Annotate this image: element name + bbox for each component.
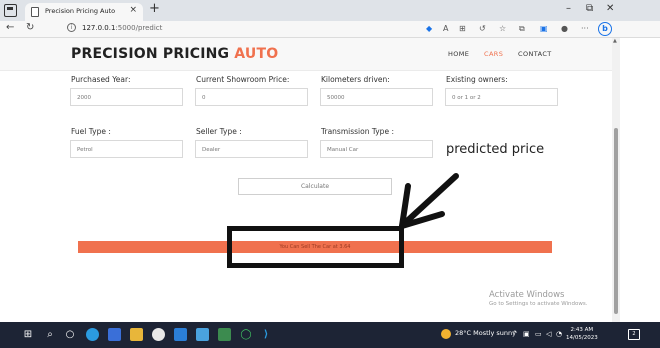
browser-tab-bar: Precision Pricing Auto × + – ⧉ ✕	[0, 0, 660, 21]
annotation-label: predicted price	[446, 142, 545, 157]
showroom-price-input[interactable]: 0	[195, 88, 308, 106]
extension-icon[interactable]: ▣	[540, 24, 548, 33]
kilometers-input[interactable]: 50000	[320, 88, 433, 106]
purchased-year-input[interactable]: 2000	[70, 88, 183, 106]
address-bar: ← ↻ i 127.0.0.1:5000/predict ◆ A ⊞ ↺ ☆ ⧉…	[0, 21, 660, 38]
nav-cars[interactable]: CARS	[484, 50, 503, 58]
site-info-icon[interactable]: i	[67, 23, 76, 32]
favorites-icon[interactable]: ☆	[499, 24, 506, 33]
seller-type-select[interactable]: Dealer	[195, 140, 308, 158]
showroom-price-label: Current Showroom Price:	[196, 75, 290, 84]
weather-icon[interactable]	[441, 329, 451, 339]
calculate-button[interactable]: Calculate	[238, 178, 392, 195]
minimize-icon[interactable]: –	[566, 3, 571, 14]
circle-app-icon[interactable]: ◯	[239, 328, 253, 342]
nav-contact[interactable]: CONTACT	[518, 50, 552, 58]
file-explorer-icon[interactable]	[130, 328, 143, 341]
close-window-icon[interactable]: ✕	[606, 3, 614, 14]
volume-icon[interactable]: ◁	[546, 330, 551, 338]
app-icon[interactable]	[108, 328, 121, 341]
page-scrollbar[interactable]: ▲	[612, 38, 620, 326]
new-tab-icon[interactable]: +	[149, 1, 160, 16]
browser-tab[interactable]: Precision Pricing Auto ×	[25, 3, 143, 21]
store-icon[interactable]	[196, 328, 209, 341]
page-icon	[31, 7, 39, 17]
read-aloud-icon[interactable]: A	[443, 24, 448, 33]
mail-icon[interactable]	[174, 328, 187, 341]
site-logo[interactable]: PRECISION PRICING AUTO	[71, 46, 278, 62]
tab-close-icon[interactable]: ×	[129, 5, 137, 15]
nav-home[interactable]: HOME	[448, 50, 469, 58]
scrollbar-thumb[interactable]	[614, 128, 618, 314]
notification-icon[interactable]: 2	[628, 329, 640, 340]
purchased-year-label: Purchased Year:	[71, 75, 131, 84]
more-icon[interactable]: ···	[581, 24, 589, 33]
start-icon[interactable]: ⊞	[21, 328, 35, 342]
activate-windows-watermark: Activate Windows Go to Settings to activ…	[489, 290, 588, 307]
refresh-icon[interactable]: ↻	[26, 22, 34, 33]
edge-icon[interactable]	[86, 328, 99, 341]
refresh-page-icon[interactable]: ↺	[479, 24, 486, 33]
url-text: 127.0.0.1:5000/predict	[82, 24, 163, 32]
windows-taskbar: ⊞ ⌕ ○ ◯ ⟩ 28°C Mostly sunny ^ ▣ ▭ ◁ ◔ 2:…	[0, 322, 660, 348]
profile-icon[interactable]: ●	[561, 24, 568, 33]
network-icon[interactable]: ◔	[556, 330, 562, 338]
spreadsheet-icon[interactable]	[218, 328, 231, 341]
tab-actions-icon[interactable]	[4, 4, 17, 17]
back-icon[interactable]: ←	[6, 22, 14, 33]
vscode-icon[interactable]: ⟩	[259, 328, 273, 342]
url-field[interactable]: i 127.0.0.1:5000/predict	[62, 22, 422, 36]
scroll-up-icon[interactable]: ▲	[613, 38, 617, 44]
fuel-type-label: Fuel Type :	[71, 127, 111, 136]
bing-icon[interactable]: b	[598, 22, 612, 36]
system-clock[interactable]: 2:43 AM 14/05/2023	[566, 326, 598, 342]
tray-app-icon[interactable]: ▣	[523, 330, 530, 338]
tab-title: Precision Pricing Auto	[45, 7, 116, 15]
battery-icon[interactable]: ▭	[535, 330, 542, 338]
collections-icon[interactable]: ⧉	[519, 24, 525, 34]
tag-icon[interactable]: ◆	[426, 24, 432, 33]
tray-chevron-icon[interactable]: ^	[512, 330, 518, 338]
cortana-icon[interactable]: ○	[63, 328, 77, 342]
kilometers-label: Kilometers driven:	[321, 75, 390, 84]
owners-input[interactable]: 0 or 1 or 2	[445, 88, 558, 106]
weather-text[interactable]: 28°C Mostly sunny	[455, 329, 516, 337]
annotation-highlight-box	[227, 226, 404, 268]
transmission-label: Transmission Type :	[321, 127, 394, 136]
restore-icon[interactable]: ⧉	[586, 3, 593, 14]
fuel-type-select[interactable]: Petrol	[70, 140, 183, 158]
owners-label: Existing owners:	[446, 75, 508, 84]
app-available-icon[interactable]: ⊞	[459, 24, 466, 33]
transmission-select[interactable]: Manual Car	[320, 140, 433, 158]
annotation-arrow-icon	[399, 173, 459, 229]
search-icon[interactable]: ⌕	[43, 328, 57, 342]
site-header: PRECISION PRICING AUTO HOME CARS CONTACT	[0, 38, 612, 71]
seller-type-label: Seller Type :	[196, 127, 242, 136]
chrome-icon[interactable]	[152, 328, 165, 341]
